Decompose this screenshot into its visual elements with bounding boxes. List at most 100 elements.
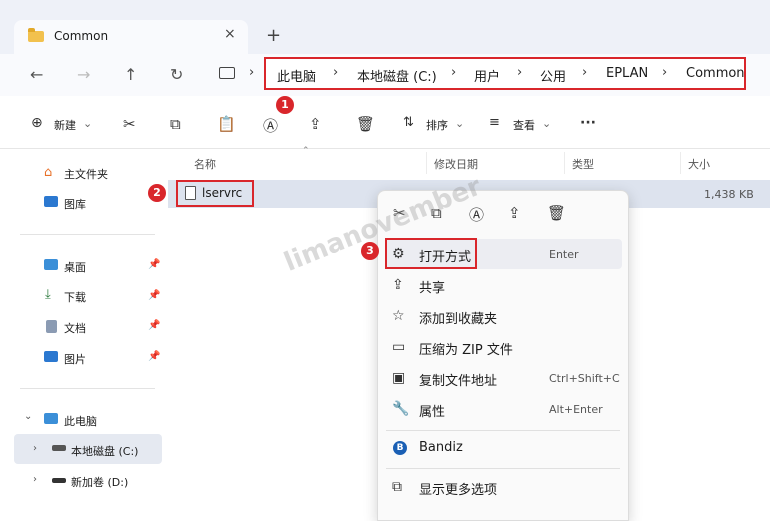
- pin-icon[interactable]: 📌: [148, 259, 160, 270]
- file-icon: [185, 186, 196, 200]
- star-icon: ☆: [392, 308, 405, 324]
- sidebar-item-pictures[interactable]: 图片: [64, 351, 86, 367]
- column-header-modified[interactable]: 修改日期: [434, 156, 478, 172]
- column-separator[interactable]: [680, 152, 681, 174]
- column-separator[interactable]: [426, 152, 427, 174]
- chevron-down-icon[interactable]: ⌄: [455, 117, 464, 130]
- plus-circle-icon[interactable]: ⊕: [31, 115, 43, 131]
- chevron-right-icon[interactable]: ›: [33, 474, 37, 485]
- bandiz-icon: B: [393, 441, 407, 455]
- breadcrumb-local-disk[interactable]: 本地磁盘 (C:): [357, 66, 437, 85]
- cut-icon[interactable]: ✂: [123, 115, 136, 133]
- download-icon: ⤓: [45, 287, 51, 302]
- step-badge-2: 2: [148, 184, 166, 202]
- share-icon: ⇪: [392, 277, 404, 293]
- more-options-icon: ⧉: [392, 479, 402, 495]
- this-pc-icon: [44, 413, 58, 424]
- home-icon: ⌂: [44, 165, 53, 180]
- delete-icon[interactable]: 🗑: [547, 204, 566, 222]
- sidebar-item-drive-d[interactable]: 新加卷 (D:): [71, 474, 128, 490]
- pin-icon[interactable]: 📌: [148, 290, 160, 301]
- divider: [20, 234, 155, 235]
- shortcut-label: Enter: [549, 248, 579, 261]
- chevron-right-icon[interactable]: ›: [33, 443, 37, 454]
- drive-icon: [52, 445, 66, 451]
- menu-item-add-favorites[interactable]: 添加到收藏夹: [419, 308, 497, 327]
- command-bar: [0, 100, 770, 149]
- monitor-icon[interactable]: [219, 67, 235, 79]
- file-name[interactable]: lservrc: [202, 186, 242, 200]
- breadcrumb-users[interactable]: 用户: [474, 66, 500, 85]
- new-tab-button[interactable]: +: [266, 25, 281, 46]
- share-icon[interactable]: ⇪: [508, 204, 521, 222]
- pictures-icon: [44, 351, 58, 362]
- rename-icon[interactable]: Ⓐ: [469, 204, 484, 225]
- sidebar-item-this-pc[interactable]: 此电脑: [64, 413, 97, 429]
- close-tab-icon[interactable]: ×: [224, 26, 236, 42]
- back-button[interactable]: ←: [30, 65, 43, 84]
- delete-icon[interactable]: 🗑: [356, 115, 375, 133]
- more-options-button[interactable]: ···: [580, 115, 596, 131]
- menu-item-copy-path[interactable]: 复制文件地址: [419, 370, 497, 389]
- menu-item-properties[interactable]: 属性: [419, 401, 445, 420]
- file-size: 1,438 KB: [704, 188, 754, 201]
- document-icon: [46, 320, 57, 333]
- sort-asc-icon: ⌃: [302, 146, 310, 156]
- breadcrumb-separator[interactable]: ›: [333, 65, 338, 80]
- chevron-down-icon[interactable]: ⌄: [24, 411, 32, 422]
- step-badge-1: 1: [276, 96, 294, 114]
- sidebar-item-home[interactable]: 主文件夹: [64, 166, 108, 182]
- open-with-icon: ⚙: [392, 246, 405, 262]
- sidebar-item-gallery[interactable]: 图库: [64, 196, 86, 212]
- copy-icon[interactable]: ⧉: [170, 115, 181, 133]
- new-button[interactable]: 新建: [54, 117, 76, 133]
- tab-title: Common: [54, 29, 109, 43]
- breadcrumb-common[interactable]: Common: [686, 66, 745, 81]
- desktop-icon: [44, 259, 58, 270]
- breadcrumb-eplan[interactable]: EPLAN: [606, 66, 648, 81]
- breadcrumb-public[interactable]: 公用: [540, 66, 566, 85]
- refresh-button[interactable]: ↻: [170, 65, 183, 84]
- sidebar-item-downloads[interactable]: 下载: [64, 289, 86, 305]
- sidebar-item-drive-c[interactable]: 本地磁盘 (C:): [71, 443, 138, 459]
- menu-divider: [386, 468, 620, 469]
- menu-item-share[interactable]: 共享: [419, 277, 445, 296]
- sidebar-item-documents[interactable]: 文档: [64, 320, 86, 336]
- pin-icon[interactable]: 📌: [148, 351, 160, 362]
- gallery-icon: [44, 196, 58, 207]
- shortcut-label: Alt+Enter: [549, 403, 603, 416]
- up-button[interactable]: ↑: [124, 65, 137, 84]
- paste-icon[interactable]: 📋: [217, 115, 236, 133]
- view-icon[interactable]: ≡: [489, 115, 500, 130]
- view-button[interactable]: 查看: [513, 117, 535, 133]
- share-icon[interactable]: ⇪: [309, 115, 322, 133]
- rename-icon[interactable]: Ⓐ: [263, 115, 278, 136]
- chevron-down-icon[interactable]: ⌄: [542, 117, 551, 130]
- breadcrumb-separator[interactable]: ›: [451, 65, 456, 80]
- drive-icon: [52, 478, 66, 483]
- sidebar-item-desktop[interactable]: 桌面: [64, 259, 86, 275]
- sort-icon[interactable]: ⇅: [403, 115, 414, 130]
- breadcrumb-separator[interactable]: ›: [517, 65, 522, 80]
- column-separator[interactable]: [564, 152, 565, 174]
- forward-button[interactable]: →: [77, 65, 90, 84]
- menu-item-compress-zip[interactable]: 压缩为 ZIP 文件: [419, 339, 513, 358]
- copy-path-icon: ▣: [392, 370, 406, 386]
- column-header-size[interactable]: 大小: [688, 156, 710, 172]
- tab-common[interactable]: [14, 20, 248, 54]
- column-header-type[interactable]: 类型: [572, 156, 594, 172]
- zip-icon: ▭: [392, 339, 406, 355]
- sort-button[interactable]: 排序: [426, 117, 448, 133]
- menu-divider: [386, 430, 620, 431]
- shortcut-label: Ctrl+Shift+C: [549, 372, 620, 385]
- chevron-down-icon[interactable]: ⌄: [83, 117, 92, 130]
- breadcrumb-separator[interactable]: ›: [662, 65, 667, 80]
- pin-icon[interactable]: 📌: [148, 320, 160, 331]
- menu-item-bandiz[interactable]: Bandiz: [419, 440, 463, 455]
- column-header-name[interactable]: 名称: [194, 156, 216, 172]
- menu-item-open-with[interactable]: 打开方式: [419, 246, 471, 265]
- menu-item-show-more-options[interactable]: 显示更多选项: [419, 479, 497, 498]
- breadcrumb-separator[interactable]: ›: [582, 65, 587, 80]
- breadcrumb-this-pc[interactable]: 此电脑: [277, 66, 316, 85]
- breadcrumb-separator: ›: [249, 65, 255, 80]
